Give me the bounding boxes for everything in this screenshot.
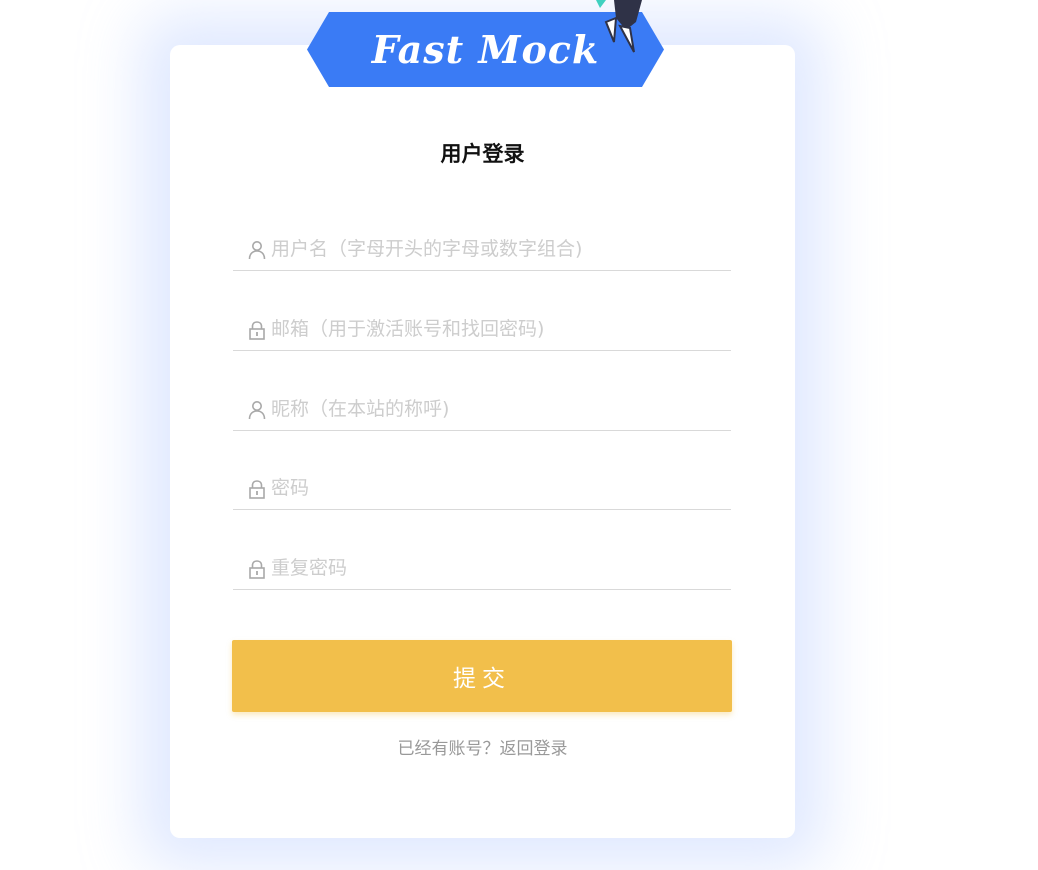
lock-icon <box>247 320 267 340</box>
email-input[interactable] <box>271 314 721 344</box>
email-field-row <box>233 308 731 351</box>
repeat-password-input[interactable] <box>271 553 721 583</box>
lock-icon <box>247 479 267 499</box>
page-title: 用户登录 <box>440 142 525 166</box>
password-field-row <box>233 467 731 510</box>
username-input[interactable] <box>271 234 721 264</box>
lock-icon <box>247 559 267 579</box>
nickname-field-row <box>233 388 731 431</box>
user-icon <box>247 400 267 420</box>
password-input[interactable] <box>271 473 721 503</box>
rocket-icon <box>596 0 646 56</box>
username-field-row <box>233 228 731 271</box>
back-to-login-link[interactable]: 已经有账号？返回登录 <box>170 734 795 759</box>
repeat-password-field-row <box>233 547 731 590</box>
submit-button[interactable]: 提交 <box>232 640 732 712</box>
nickname-input[interactable] <box>271 394 721 424</box>
page: Fast Mock 用户登录 用户名（字母开头的字母或数字组合) 邮箱（用于激活… <box>0 0 1038 870</box>
user-icon <box>247 240 267 260</box>
